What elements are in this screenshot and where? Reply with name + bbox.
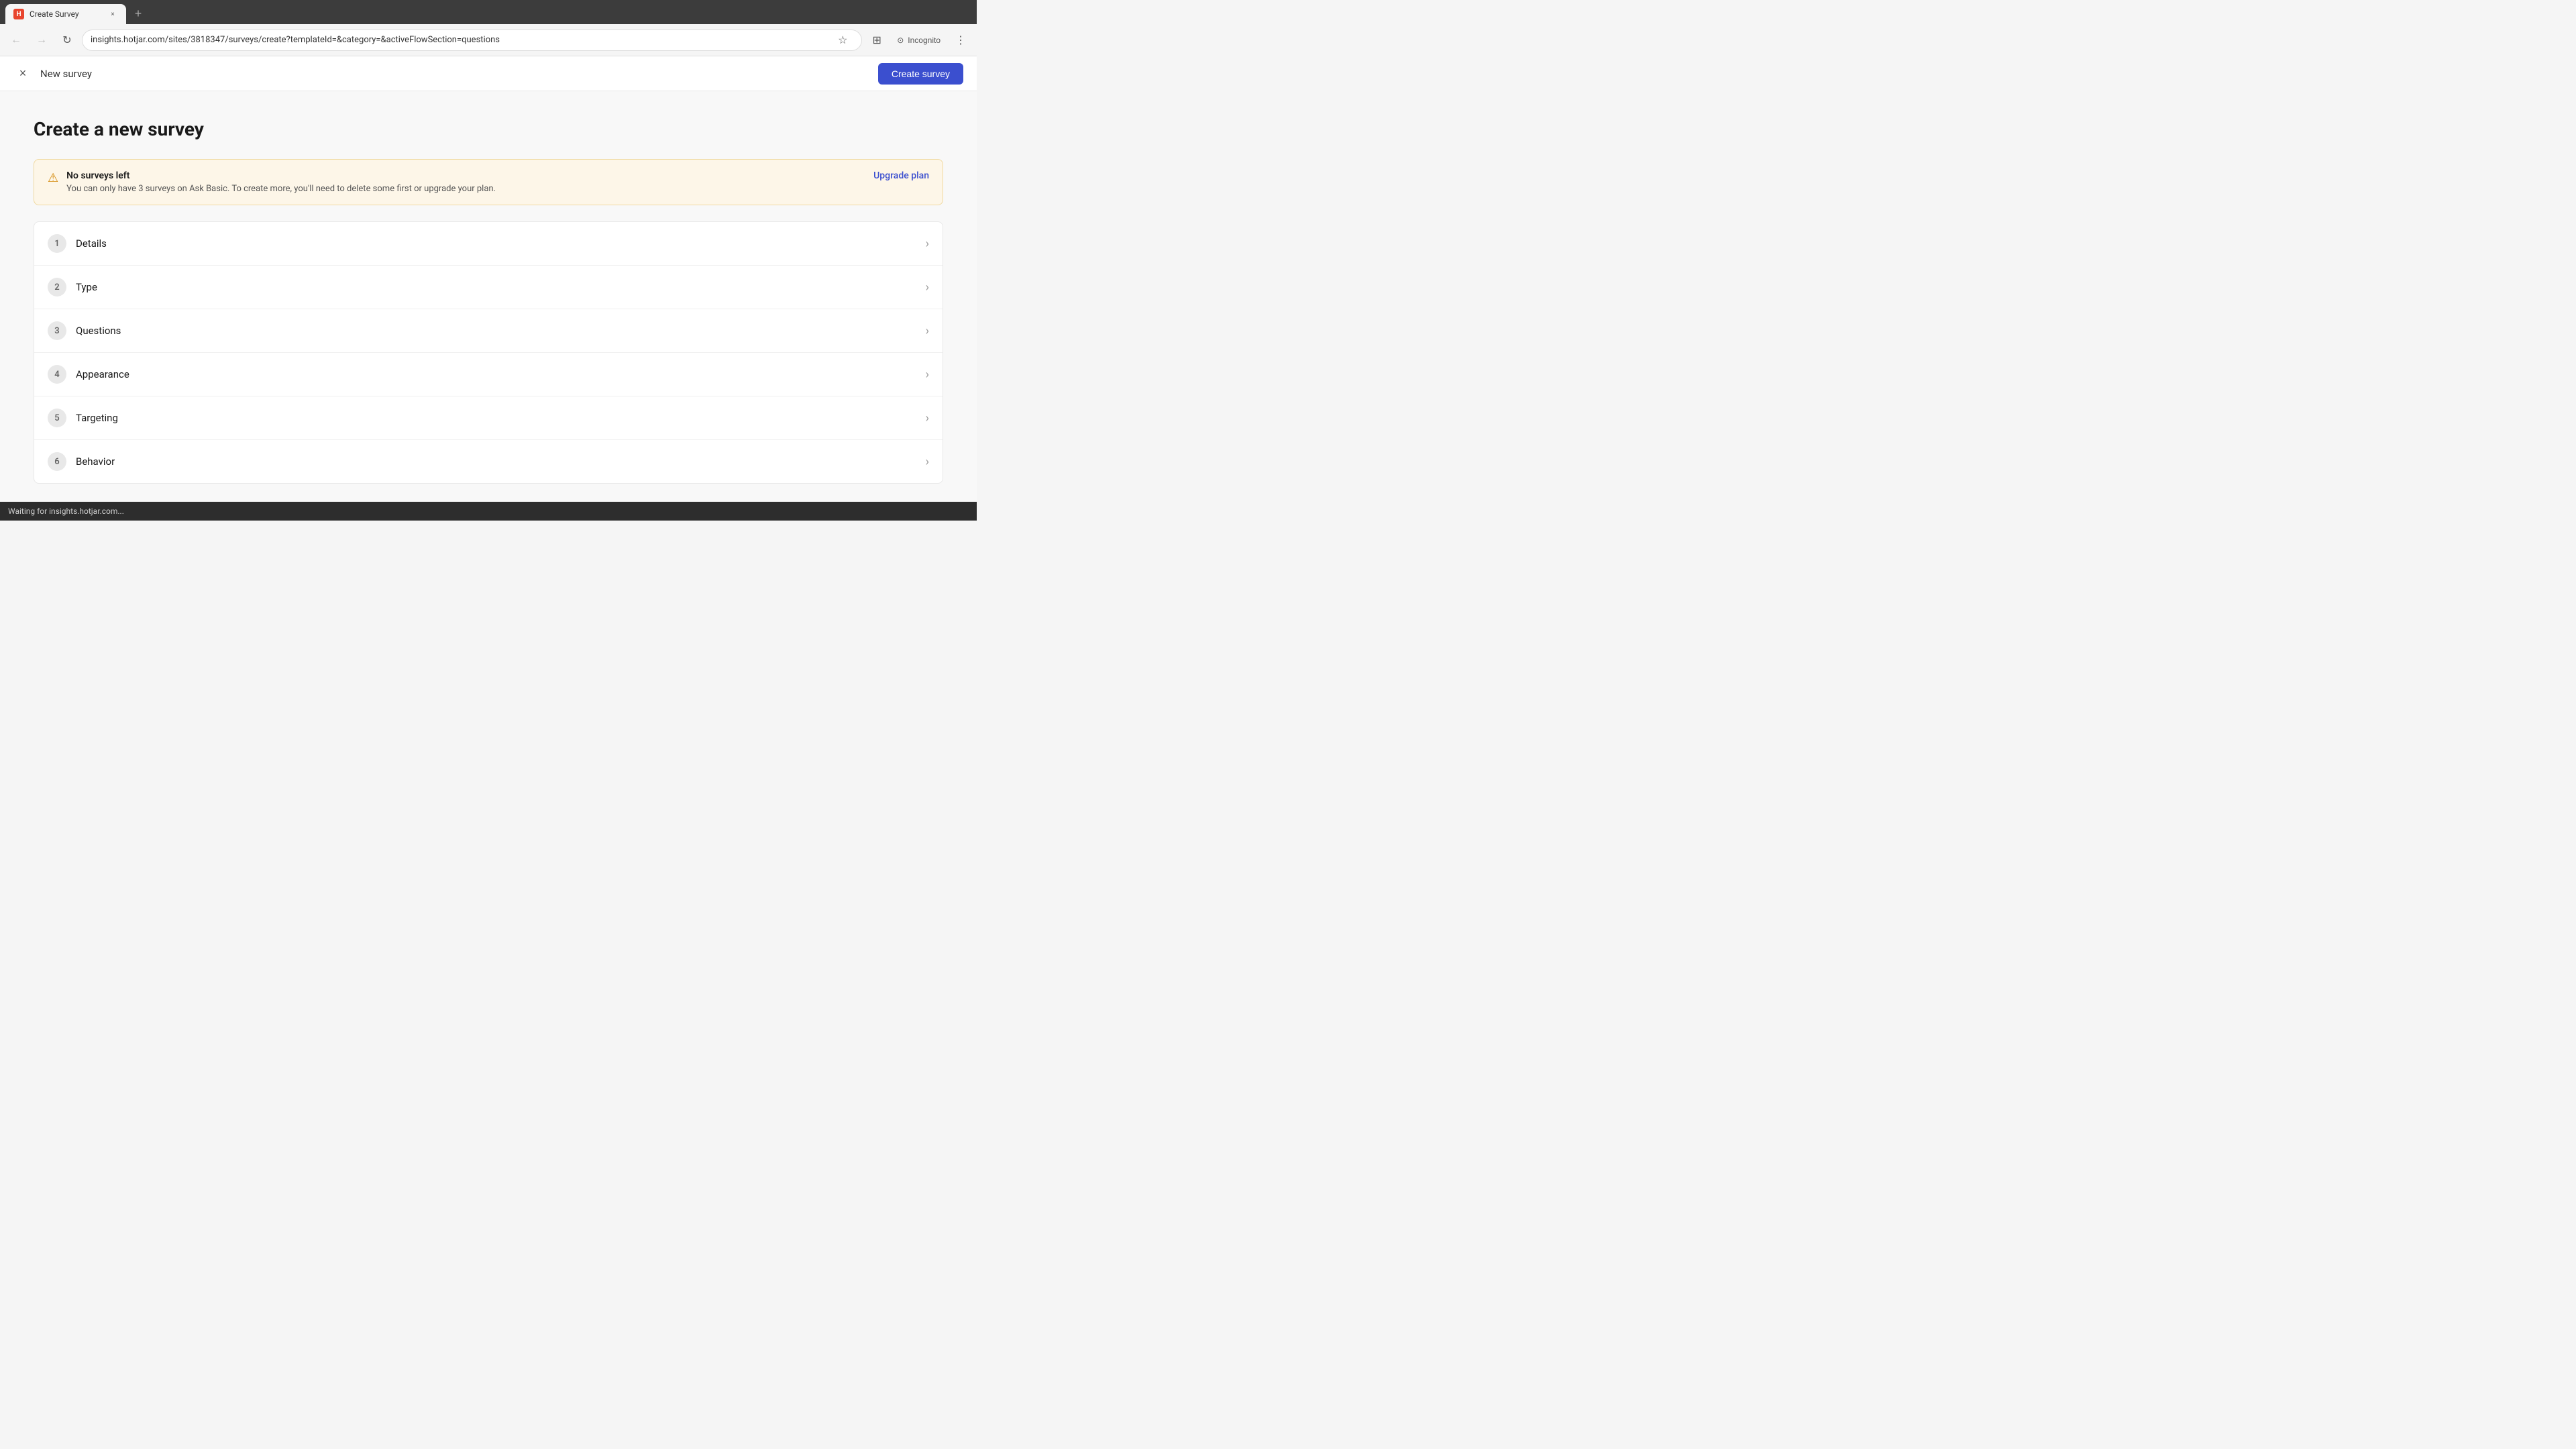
incognito-icon: ⊙ [897,36,904,45]
create-survey-button[interactable]: Create survey [878,63,963,85]
warning-text: You can only have 3 surveys on Ask Basic… [66,184,852,194]
new-tab-button[interactable]: + [129,4,148,23]
warning-content: No surveys left You can only have 3 surv… [66,170,852,194]
upgrade-plan-link[interactable]: Upgrade plan [860,170,929,181]
chevron-icon: › [926,280,929,294]
bookmark-icon[interactable]: ☆ [832,30,853,51]
chevron-icon: › [926,455,929,469]
status-text: Waiting for insights.hotjar.com... [8,506,969,516]
main-content: Create a new survey ⚠ No surveys left Yo… [0,91,977,502]
forward-button[interactable]: → [31,30,52,51]
step-number: 6 [48,452,66,471]
tab-label: Create Survey [30,9,102,19]
tab-close-button[interactable]: × [107,9,118,19]
step-number: 2 [48,278,66,297]
back-icon: ← [11,34,21,46]
reload-icon: ↻ [62,34,71,47]
page-title: Create a new survey [34,118,943,140]
extensions-button[interactable]: ⊞ [866,30,888,51]
step-label: Details [76,237,926,250]
reload-button[interactable]: ↻ [56,30,78,51]
step-number: 1 [48,234,66,253]
menu-button[interactable]: ⋮ [950,30,971,51]
chevron-icon: › [926,324,929,338]
steps-list: 1 Details › 2 Type › 3 Questions › 4 App… [34,221,943,484]
step-item-questions[interactable]: 3 Questions › [34,309,943,353]
active-tab[interactable]: H Create Survey × [5,4,126,24]
step-item-details[interactable]: 1 Details › [34,222,943,266]
step-label: Appearance [76,368,926,380]
step-item-behavior[interactable]: 6 Behavior › [34,440,943,483]
chevron-icon: › [926,237,929,251]
back-button[interactable]: ← [5,30,27,51]
url-bar[interactable]: insights.hotjar.com/sites/3818347/survey… [82,30,862,51]
menu-icon: ⋮ [955,34,966,47]
app-header-title: New survey [40,68,92,80]
app-header: × New survey Create survey [0,56,977,91]
step-number: 3 [48,321,66,340]
step-item-appearance[interactable]: 4 Appearance › [34,353,943,396]
warning-title: No surveys left [66,170,852,181]
address-bar-actions: ⊞ ⊙ Incognito ⋮ [866,30,971,51]
step-item-targeting[interactable]: 5 Targeting › [34,396,943,440]
step-label: Questions [76,325,926,337]
incognito-label: Incognito [908,36,941,45]
incognito-button[interactable]: ⊙ Incognito [890,33,947,48]
chevron-icon: › [926,368,929,382]
step-number: 5 [48,409,66,427]
chevron-icon: › [926,411,929,425]
tab-favicon: H [13,9,24,19]
url-text: insights.hotjar.com/sites/3818347/survey… [91,35,826,45]
warning-icon: ⚠ [48,171,58,185]
close-icon: × [19,66,27,80]
step-label: Behavior [76,455,926,468]
warning-banner: ⚠ No surveys left You can only have 3 su… [34,159,943,205]
close-button[interactable]: × [13,64,32,83]
forward-icon: → [36,34,47,46]
tab-bar: H Create Survey × + [0,0,977,24]
step-label: Targeting [76,412,926,424]
address-bar: ← → ↻ insights.hotjar.com/sites/3818347/… [0,24,977,56]
step-item-type[interactable]: 2 Type › [34,266,943,309]
status-bar: Waiting for insights.hotjar.com... [0,502,977,521]
extensions-icon: ⊞ [873,34,881,47]
step-label: Type [76,281,926,293]
step-number: 4 [48,365,66,384]
